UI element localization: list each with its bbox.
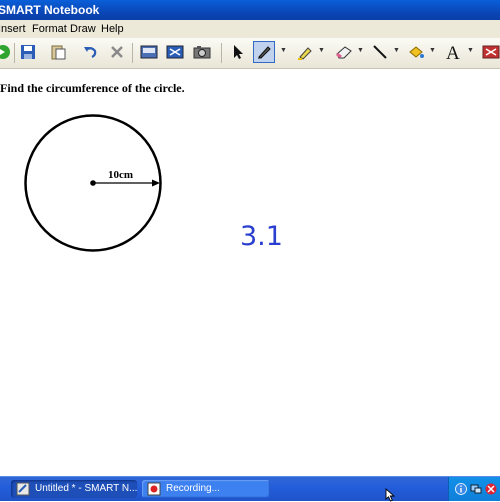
- highlighter-dropdown-icon[interactable]: ▼: [318, 47, 325, 54]
- taskbar: Untitled * - SMART N... Recording...: [0, 476, 500, 501]
- fill-dropdown-icon[interactable]: ▼: [429, 47, 436, 54]
- save-icon[interactable]: [17, 41, 39, 63]
- screen-shade-icon[interactable]: [138, 41, 160, 63]
- text-icon[interactable]: A: [442, 41, 464, 63]
- forward-icon[interactable]: [0, 41, 14, 63]
- undo-icon[interactable]: [79, 41, 101, 63]
- capture-icon[interactable]: [191, 41, 213, 63]
- pen-icon[interactable]: [253, 41, 275, 63]
- radius-label: 10cm: [108, 169, 134, 181]
- full-screen-icon[interactable]: [164, 41, 186, 63]
- highlighter-icon[interactable]: [294, 41, 316, 63]
- taskbar-item-smart-notebook[interactable]: Untitled * - SMART N...: [11, 480, 137, 498]
- radius-arrowhead: [152, 179, 160, 187]
- tray-network-icon[interactable]: [470, 482, 482, 494]
- menu-bar: Insert Format Draw Help: [0, 20, 500, 39]
- system-tray: [448, 477, 500, 501]
- text-dropdown-icon[interactable]: ▼: [467, 47, 474, 54]
- line-icon[interactable]: [369, 41, 391, 63]
- eraser-icon[interactable]: [333, 41, 355, 63]
- tray-info-icon[interactable]: [455, 482, 467, 495]
- line-dropdown-icon[interactable]: ▼: [393, 47, 400, 54]
- circle-figure: [24, 114, 162, 252]
- more-tools-icon[interactable]: [480, 41, 500, 63]
- recorder-icon: [147, 482, 161, 496]
- menu-format[interactable]: Format: [32, 20, 67, 38]
- question-text: Find the circumference of the circle.: [0, 81, 185, 95]
- pen-dropdown-icon[interactable]: ▼: [280, 47, 287, 54]
- menu-insert[interactable]: Insert: [0, 20, 26, 38]
- fill-icon[interactable]: [405, 41, 427, 63]
- paste-icon[interactable]: [47, 41, 69, 63]
- toolbar-separator: [14, 43, 15, 63]
- select-icon[interactable]: [227, 41, 249, 63]
- smart-notebook-icon: [16, 482, 30, 496]
- handwritten-ink: 3.1: [240, 221, 283, 252]
- handwritten-text: 3.1: [240, 221, 283, 252]
- toolbar: ▼ ▼ ▼ ▼ ▼ A ▼: [0, 38, 500, 69]
- window-title: SMART Notebook: [0, 3, 100, 17]
- toolbar-separator: [132, 43, 133, 63]
- tray-security-icon[interactable]: [485, 482, 497, 495]
- menu-draw[interactable]: Draw: [70, 20, 96, 38]
- eraser-dropdown-icon[interactable]: ▼: [357, 47, 364, 54]
- taskbar-item-label: Untitled * - SMART N...: [35, 483, 137, 494]
- svg-text:A: A: [446, 43, 460, 61]
- taskbar-item-recording[interactable]: Recording...: [142, 480, 270, 498]
- delete-icon[interactable]: [106, 41, 128, 63]
- toolbar-separator: [221, 43, 222, 63]
- title-bar: SMART Notebook: [0, 0, 500, 20]
- menu-help[interactable]: Help: [101, 20, 124, 38]
- taskbar-item-label: Recording...: [166, 483, 220, 494]
